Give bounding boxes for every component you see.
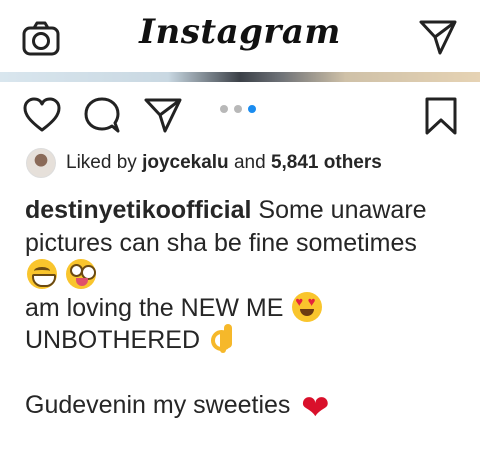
likes-text: Liked by joycekalu and 5,841 others — [66, 152, 382, 174]
caption-text: UNBOTHERED — [25, 326, 201, 354]
red-heart-emoji-icon: ❤ — [301, 388, 330, 428]
top-bar: Instagram — [0, 0, 480, 72]
likes-others[interactable]: 5,841 others — [271, 152, 382, 173]
paper-plane-icon[interactable] — [143, 96, 183, 134]
caption-username[interactable]: destinyetikoofficial — [25, 196, 251, 224]
caption-text: Gudevenin my sweeties — [25, 391, 291, 419]
grinning-face-emoji-icon — [27, 259, 57, 289]
post-image-edge[interactable] — [0, 72, 480, 82]
paper-plane-icon[interactable] — [418, 18, 458, 56]
caption-line: pictures can sha be fine sometimes — [25, 228, 417, 257]
carousel-dot — [234, 105, 242, 113]
likes-row[interactable]: Liked by joycekalu and 5,841 others — [26, 147, 382, 179]
comment-bubble-icon[interactable] — [82, 96, 122, 134]
caption-text: Some unaware — [258, 196, 427, 224]
heart-eyes-emoji-icon — [292, 291, 323, 322]
ok-hand-emoji-icon — [209, 324, 235, 354]
caption-line: am loving the NEW ME — [25, 291, 465, 325]
liked-by-user[interactable]: joycekalu — [142, 152, 229, 173]
bookmark-icon[interactable] — [424, 96, 458, 136]
likes-prefix: Liked by — [66, 152, 137, 173]
post-caption: destinyetikoofficial Some unaware pictur… — [25, 194, 465, 428]
zany-face-emoji-icon — [65, 259, 96, 289]
avatar[interactable] — [26, 148, 56, 178]
carousel-dot — [220, 105, 228, 113]
heart-outline-icon[interactable] — [22, 96, 62, 134]
carousel-indicator — [220, 105, 256, 115]
caption-line: UNBOTHERED — [25, 324, 465, 357]
caption-line: Gudevenin my sweeties ❤ — [25, 388, 465, 428]
carousel-dot-active — [248, 105, 256, 113]
caption-text: am loving the NEW ME — [25, 293, 284, 322]
caption-line: destinyetikoofficial Some unaware — [25, 194, 465, 227]
caption-line — [25, 259, 465, 292]
instagram-logo: Instagram — [139, 12, 341, 52]
post-actions — [0, 92, 480, 142]
likes-joiner: and — [233, 152, 266, 173]
